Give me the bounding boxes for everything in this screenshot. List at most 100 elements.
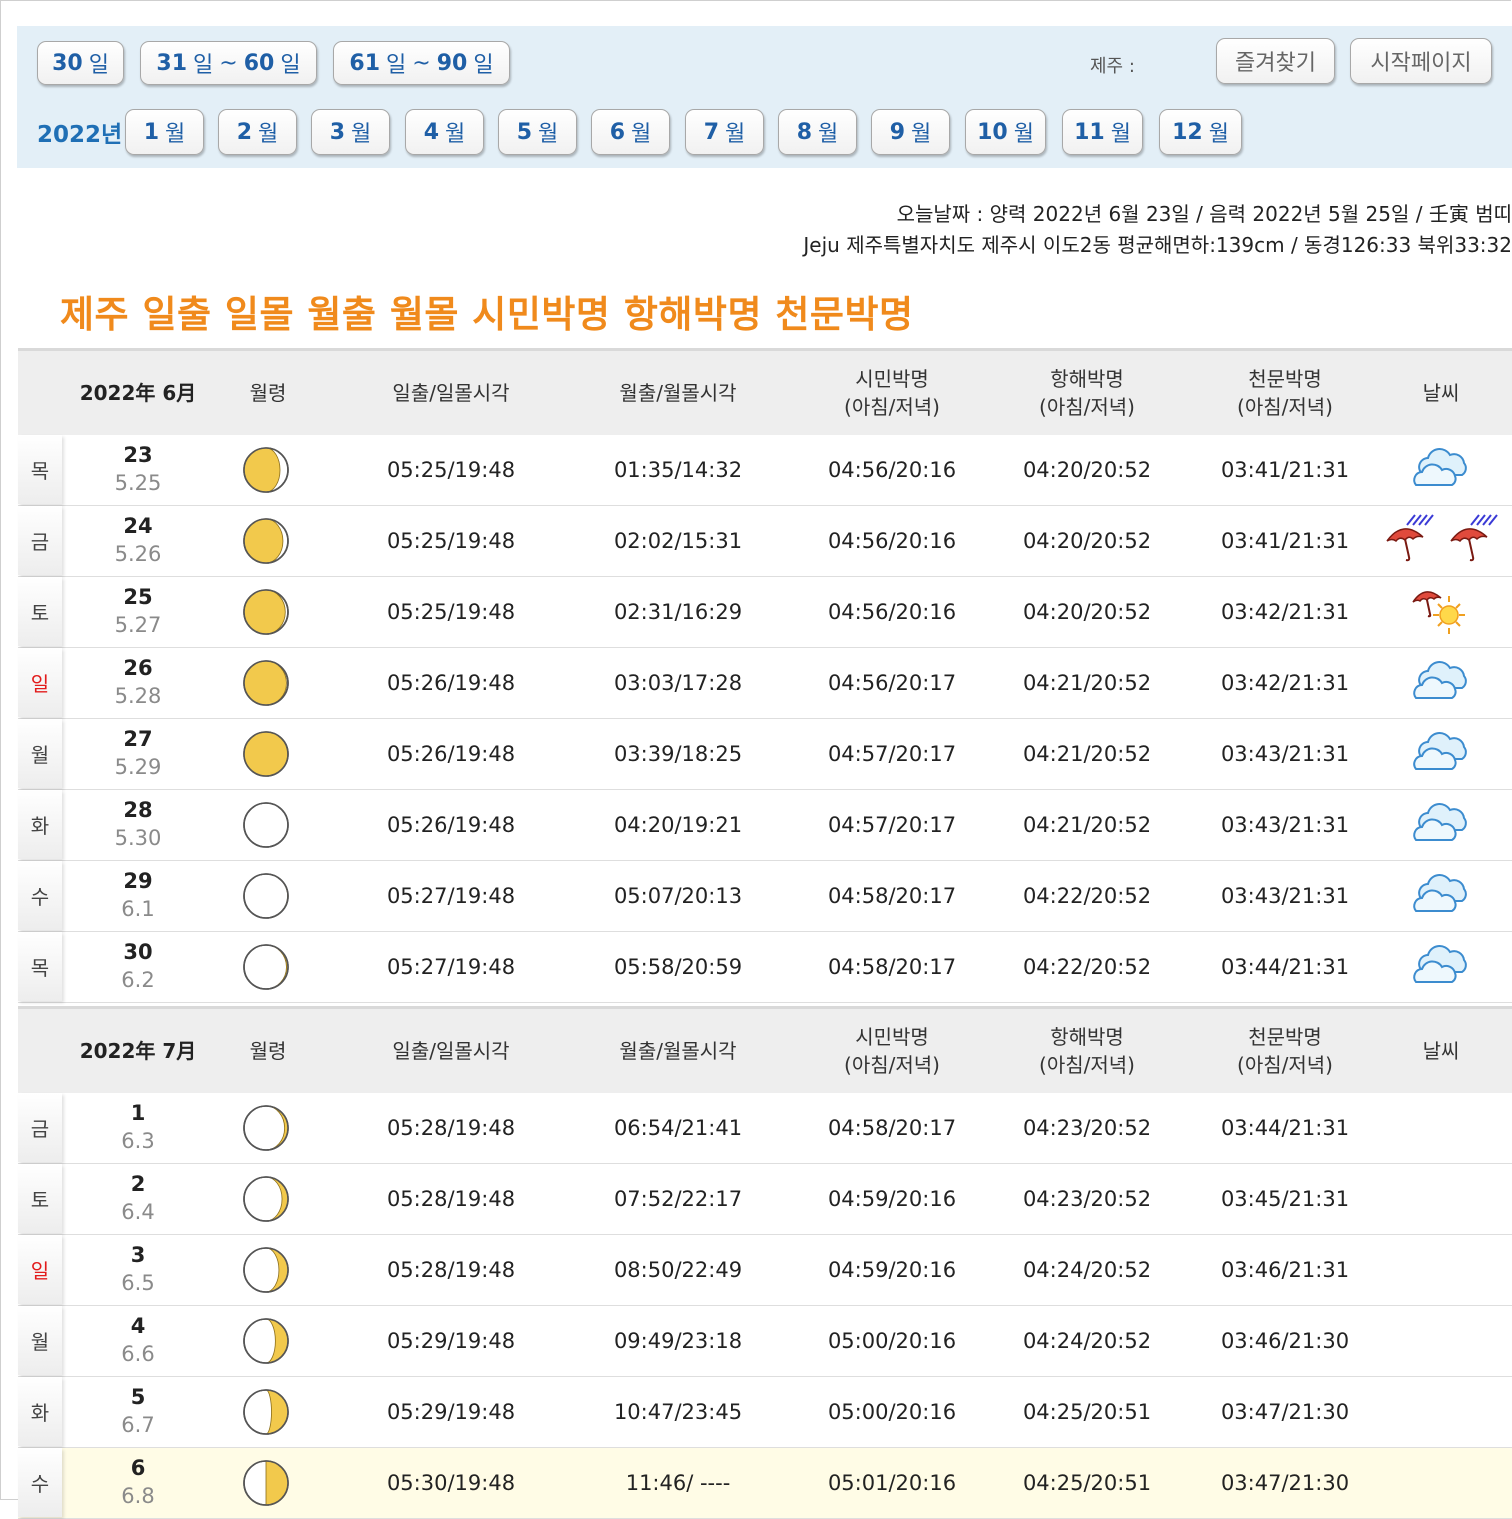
- range-30-button[interactable]: 30 일: [37, 41, 124, 85]
- weather-cell: [1370, 1164, 1512, 1233]
- date-cell: 24 5.26: [88, 512, 188, 568]
- month-2-button[interactable]: 2월: [218, 109, 297, 155]
- table-row: 목 30 6.2 05:27/19:48 05:58/20:59 04:58/20:…: [18, 932, 1512, 1003]
- lunar-date: 6.5: [121, 1271, 155, 1295]
- solar-day: 2: [130, 1172, 146, 1196]
- moon-phase-icon: [242, 872, 290, 920]
- civil-time: 04:58/20:17: [827, 1115, 957, 1140]
- cloudy-icon: [1410, 729, 1472, 779]
- moon-time: 03:03/17:28: [613, 670, 743, 695]
- sun-time: 05:30/19:48: [386, 1470, 516, 1495]
- homepage-button[interactable]: 시작페이지: [1350, 38, 1492, 84]
- date-cell: 29 6.1: [88, 867, 188, 923]
- astro-time: 03:47/21:30: [1220, 1399, 1350, 1424]
- weekday-label: 수: [18, 861, 62, 930]
- month-3-button[interactable]: 3월: [311, 109, 390, 155]
- month-6-button[interactable]: 6월: [591, 109, 670, 155]
- month-10-button[interactable]: 10 월: [965, 109, 1046, 155]
- astro-time: 03:44/21:31: [1220, 1115, 1350, 1140]
- civil-time: 04:56/20:16: [827, 599, 957, 624]
- date-cell: 1 6.3: [88, 1099, 188, 1155]
- moon-time: 05:07/20:13: [613, 883, 743, 908]
- moon-phase-icon: [242, 1104, 290, 1152]
- civil-time: 04:59/20:16: [827, 1186, 957, 1211]
- table-row: 금 24 5.26 05:25/19:48 02:02/15:31 04:56/20…: [18, 506, 1512, 577]
- solar-day: 29: [123, 869, 153, 893]
- lunar-date: 6.8: [121, 1484, 155, 1508]
- range-61-90-button[interactable]: 61 일 ~90 일: [333, 41, 510, 85]
- table-row: 화 28 5.30 05:26/19:48 04:20/19:21 04:57/20…: [18, 790, 1512, 861]
- nautical-time: 04:21/20:52: [1022, 741, 1152, 766]
- solar-day: 4: [130, 1314, 146, 1338]
- nautical-time: 04:22/20:52: [1022, 954, 1152, 979]
- astro-time: 03:44/21:31: [1220, 954, 1350, 979]
- sun-time: 05:28/19:48: [386, 1186, 516, 1211]
- astro-time: 03:45/21:31: [1220, 1186, 1350, 1211]
- civil-heading: 시민박명 (아침/저녁): [844, 1025, 940, 1077]
- weekday-label: 수: [18, 1448, 62, 1517]
- nautical-heading: 항해박명 (아침/저녁): [1039, 1025, 1135, 1077]
- civil-time: 05:00/20:16: [827, 1328, 957, 1353]
- table-row: 월 4 6.6 05:29/19:48 09:49/23:18 05:00/20:1…: [18, 1306, 1512, 1377]
- month-7-button[interactable]: 7월: [685, 109, 764, 155]
- table-row: 토 25 5.27 05:25/19:48 02:31/16:29 04:56/20…: [18, 577, 1512, 648]
- sun-time: 05:26/19:48: [386, 741, 516, 766]
- table-row: 목 23 5.25 05:25/19:48 01:35/14:32 04:56/20…: [18, 435, 1512, 506]
- table-row: 토 2 6.4 05:28/19:48 07:52/22:17 04:59/20:1…: [18, 1164, 1512, 1235]
- table-row: 일 26 5.28 05:26/19:48 03:03/17:28 04:56/20…: [18, 648, 1512, 719]
- weather-cell: [1370, 1235, 1512, 1304]
- sun-time: 05:25/19:48: [386, 528, 516, 553]
- moon-phase-icon: [242, 1317, 290, 1365]
- location-info: Jeju 제주특별자치도 제주시 이도2동 평균해면하:139cm / 동경12…: [803, 233, 1512, 257]
- table-row: 금 1 6.3 05:28/19:48 06:54/21:41 04:58/20:1…: [18, 1093, 1512, 1164]
- month-1-button[interactable]: 1월: [125, 109, 204, 155]
- civil-time: 04:56/20:17: [827, 670, 957, 695]
- weekday-label: 일: [18, 648, 62, 717]
- lunar-date: 5.27: [114, 613, 162, 637]
- month-heading: 2022年 6月: [79, 381, 197, 405]
- moon-time: 11:46/ ----: [625, 1470, 731, 1495]
- solar-day: 25: [123, 585, 153, 609]
- sun-time: 05:26/19:48: [386, 812, 516, 837]
- weekday-label: 목: [18, 932, 62, 1001]
- page-title: 제주 일출 일몰 월출 월몰 시민박명 항해박명 천문박명: [60, 293, 914, 336]
- month-11-button[interactable]: 11 월: [1062, 109, 1143, 155]
- month-12-button[interactable]: 12 월: [1159, 109, 1242, 155]
- moon-phase-icon: [242, 1175, 290, 1223]
- solar-day: 26: [123, 656, 153, 680]
- month-4-button[interactable]: 4월: [405, 109, 484, 155]
- date-cell: 27 5.29: [88, 725, 188, 781]
- weekday-label: 화: [18, 790, 62, 859]
- sun-time: 05:28/19:48: [386, 1115, 516, 1140]
- date-cell: 5 6.7: [88, 1383, 188, 1439]
- astro-time: 03:46/21:30: [1220, 1328, 1350, 1353]
- solar-day: 28: [123, 798, 153, 822]
- solar-day: 6: [130, 1456, 146, 1480]
- month-8-button[interactable]: 8월: [778, 109, 857, 155]
- month-9-button[interactable]: 9월: [871, 109, 950, 155]
- favorite-button[interactable]: 즐겨찾기: [1216, 38, 1335, 84]
- nautical-time: 04:24/20:52: [1022, 1257, 1152, 1282]
- sun-time: 05:27/19:48: [386, 954, 516, 979]
- moon-phase-icon: [242, 659, 290, 707]
- moon-time: 05:58/20:59: [613, 954, 743, 979]
- sun-heading: 일출/일몰시각: [392, 381, 510, 405]
- date-cell: 25 5.27: [88, 583, 188, 639]
- moonrise-heading: 월출/월몰시각: [619, 1039, 737, 1063]
- weather-cell: [1370, 506, 1512, 575]
- date-cell: 6 6.8: [88, 1454, 188, 1510]
- nautical-time: 04:22/20:52: [1022, 883, 1152, 908]
- moon-phase-icon: [242, 730, 290, 778]
- sun-time: 05:28/19:48: [386, 1257, 516, 1282]
- moon-phase-icon: [242, 801, 290, 849]
- umbrella-sun-icon: [1411, 582, 1471, 642]
- range-31-60-button[interactable]: 31 일 ~60 일: [140, 41, 317, 85]
- weather-cell: [1370, 861, 1512, 930]
- sun-heading: 일출/일몰시각: [392, 1039, 510, 1063]
- table-header: 2022年 7月 월령 일출/일몰시각 월출/월몰시각 시민박명 (아침/저녁) …: [18, 1006, 1512, 1093]
- sun-time: 05:25/19:48: [386, 599, 516, 624]
- moon-phase-icon: [242, 588, 290, 636]
- moon-phase-icon: [242, 1246, 290, 1294]
- weather-cell: [1370, 1448, 1512, 1517]
- month-5-button[interactable]: 5월: [498, 109, 577, 155]
